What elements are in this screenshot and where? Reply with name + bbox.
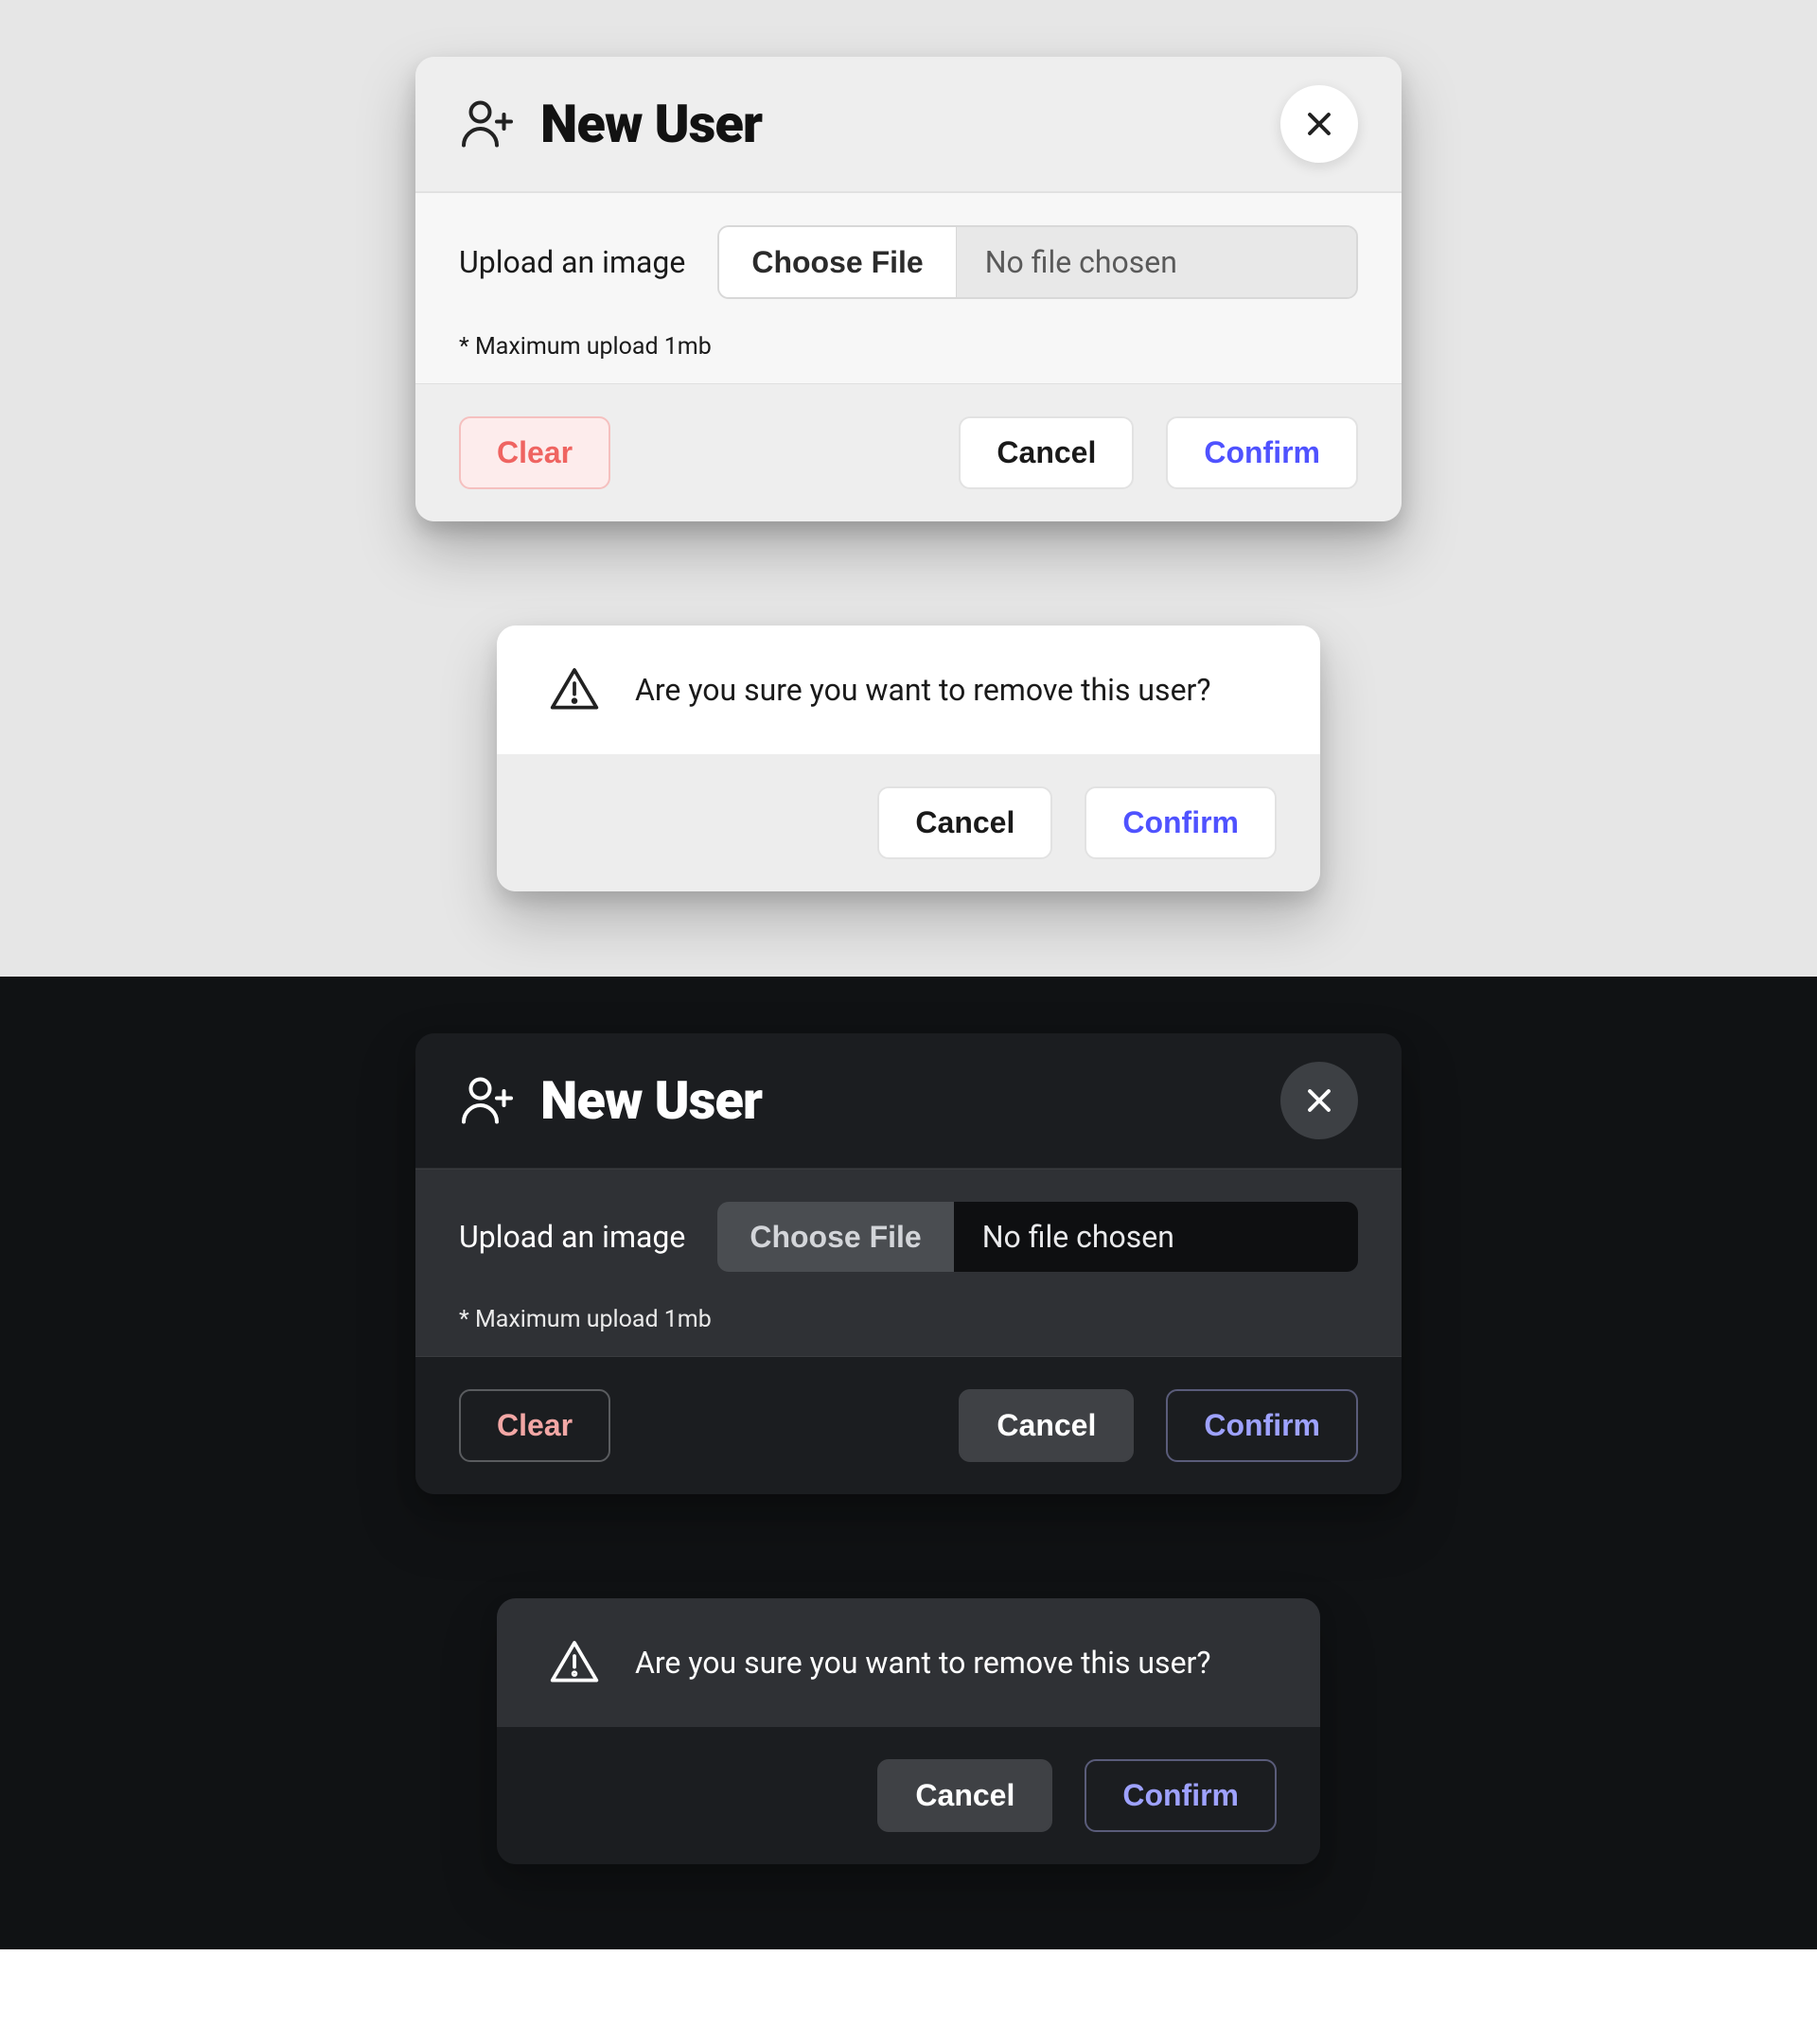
new-user-modal: New User Upload an image Choose File	[415, 57, 1402, 521]
remove-user-modal: Are you sure you want to remove this use…	[497, 1598, 1320, 1864]
light-theme-panel: New User Upload an image Choose File	[0, 0, 1817, 977]
modal-title: New User	[540, 93, 762, 155]
confirm-body: Are you sure you want to remove this use…	[497, 1598, 1320, 1727]
file-input: Choose File No file chosen	[717, 1202, 1358, 1272]
confirm-footer: Cancel Confirm	[497, 754, 1320, 891]
cancel-button[interactable]: Cancel	[959, 1389, 1134, 1462]
modal-body: Upload an image Choose File No file chos…	[415, 1169, 1402, 1357]
close-button[interactable]	[1280, 85, 1358, 163]
modal-body: Upload an image Choose File No file chos…	[415, 192, 1402, 384]
confirm-button[interactable]: Confirm	[1085, 1759, 1277, 1832]
confirm-button[interactable]: Confirm	[1166, 416, 1358, 489]
confirm-message: Are you sure you want to remove this use…	[635, 672, 1211, 708]
modal-header: New User	[415, 1033, 1402, 1169]
clear-button[interactable]: Clear	[459, 1389, 610, 1462]
choose-file-button[interactable]: Choose File	[719, 227, 956, 297]
modal-header: New User	[415, 57, 1402, 192]
close-icon	[1303, 108, 1335, 140]
title-group: New User	[459, 93, 762, 155]
upload-hint: * Maximum upload 1mb	[459, 333, 1358, 361]
user-plus-icon	[459, 1072, 516, 1129]
modal-footer: Clear Cancel Confirm	[415, 384, 1402, 521]
upload-hint: * Maximum upload 1mb	[459, 1306, 1358, 1333]
clear-button[interactable]: Clear	[459, 416, 610, 489]
file-status: No file chosen	[954, 1202, 1358, 1272]
dark-theme-panel: New User Upload an image Choose File	[0, 977, 1817, 1949]
warning-icon	[548, 663, 601, 716]
close-button[interactable]	[1280, 1062, 1358, 1139]
upload-row: Upload an image Choose File No file chos…	[459, 1202, 1358, 1272]
confirm-footer: Cancel Confirm	[497, 1727, 1320, 1864]
cancel-button[interactable]: Cancel	[959, 416, 1134, 489]
file-status: No file chosen	[957, 227, 1356, 297]
new-user-modal: New User Upload an image Choose File	[415, 1033, 1402, 1494]
title-group: New User	[459, 1069, 762, 1132]
upload-row: Upload an image Choose File No file chos…	[459, 225, 1358, 299]
confirm-message: Are you sure you want to remove this use…	[635, 1645, 1211, 1681]
choose-file-button[interactable]: Choose File	[717, 1202, 953, 1272]
cancel-button[interactable]: Cancel	[877, 786, 1052, 859]
remove-user-modal: Are you sure you want to remove this use…	[497, 626, 1320, 891]
close-icon	[1303, 1084, 1335, 1117]
user-plus-icon	[459, 96, 516, 152]
confirm-body: Are you sure you want to remove this use…	[497, 626, 1320, 754]
upload-label: Upload an image	[459, 1219, 685, 1255]
warning-icon	[548, 1636, 601, 1689]
cancel-button[interactable]: Cancel	[877, 1759, 1052, 1832]
modal-title: New User	[540, 1069, 762, 1132]
upload-label: Upload an image	[459, 244, 685, 280]
confirm-button[interactable]: Confirm	[1085, 786, 1277, 859]
modal-footer: Clear Cancel Confirm	[415, 1357, 1402, 1494]
file-input: Choose File No file chosen	[717, 225, 1358, 299]
confirm-button[interactable]: Confirm	[1166, 1389, 1358, 1462]
